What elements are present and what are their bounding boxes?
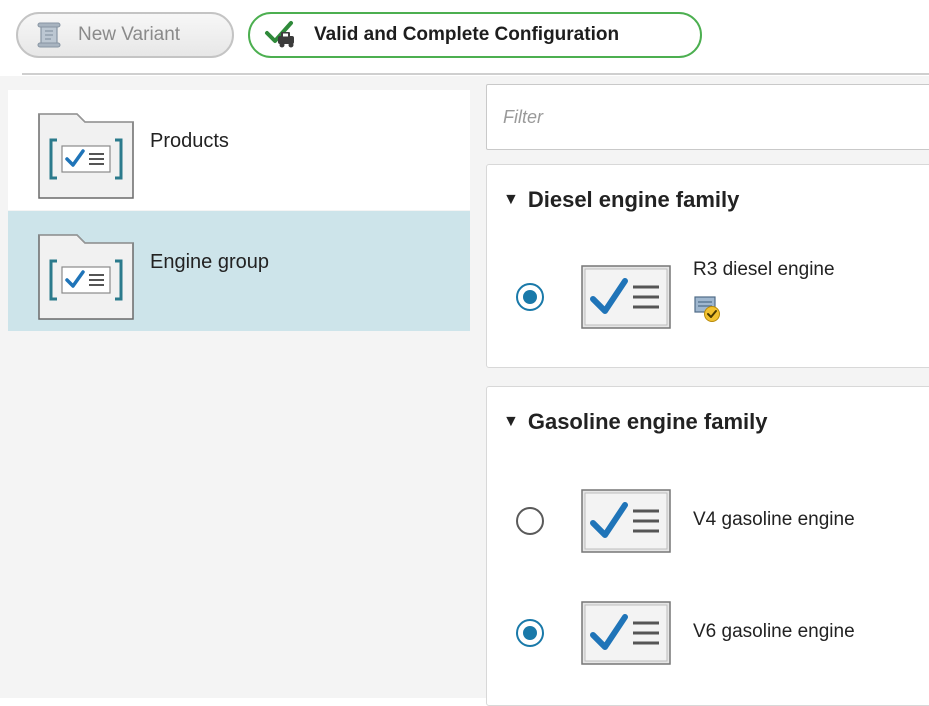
- scroll-document-icon: [36, 21, 62, 49]
- checkmark-car-icon: [264, 20, 298, 50]
- checklist-icon: [581, 265, 671, 334]
- option-group-gasoline: ▼ Gasoline engine family V4 gasoline eng…: [486, 386, 929, 706]
- valid-configuration-label: Valid and Complete Configuration: [314, 24, 620, 45]
- toolbar: New Variant Valid and Complete Configura…: [0, 0, 929, 76]
- main-panel: ▼ Diesel engine family R3 diesel engine: [470, 76, 929, 706]
- expand-triangle-icon[interactable]: ▼: [503, 413, 519, 431]
- radio-button[interactable]: [516, 283, 544, 311]
- option-group-diesel: ▼ Diesel engine family R3 diesel engine: [486, 164, 929, 368]
- checklist-icon: [581, 489, 671, 558]
- option-label: V6 gasoline engine: [693, 621, 855, 642]
- new-variant-button[interactable]: New Variant: [16, 12, 234, 58]
- expand-triangle-icon[interactable]: ▼: [503, 191, 519, 209]
- sidebar-item-products[interactable]: Products: [8, 90, 470, 210]
- option-r3-diesel-engine[interactable]: R3 diesel engine: [487, 259, 929, 341]
- new-variant-label: New Variant: [78, 24, 181, 45]
- option-label: V4 gasoline engine: [693, 509, 855, 530]
- sidebar-item-label: Products: [150, 130, 229, 152]
- sidebar: Products Engine group: [0, 76, 470, 698]
- filter-field[interactable]: [486, 84, 929, 150]
- option-v6-gasoline-engine[interactable]: V6 gasoline engine: [487, 599, 929, 679]
- sidebar-item-engine-group[interactable]: Engine group: [8, 211, 470, 331]
- group-title: Gasoline engine family: [527, 409, 768, 434]
- radio-button[interactable]: [516, 507, 544, 535]
- folder-checklist-icon: [37, 104, 135, 205]
- option-label: R3 diesel engine: [693, 259, 835, 280]
- config-valid-badge-icon: [694, 295, 722, 328]
- group-title: Diesel engine family: [527, 187, 740, 212]
- checklist-icon: [581, 601, 671, 670]
- filter-input[interactable]: [487, 85, 929, 149]
- radio-button[interactable]: [516, 619, 544, 647]
- group-header[interactable]: ▼ Gasoline engine family: [503, 409, 767, 435]
- toolbar-divider: [22, 73, 929, 75]
- option-v4-gasoline-engine[interactable]: V4 gasoline engine: [487, 487, 929, 567]
- sidebar-item-label: Engine group: [150, 251, 269, 273]
- group-header[interactable]: ▼ Diesel engine family: [503, 187, 739, 213]
- folder-checklist-icon: [37, 225, 135, 326]
- valid-configuration-button[interactable]: Valid and Complete Configuration: [248, 12, 702, 58]
